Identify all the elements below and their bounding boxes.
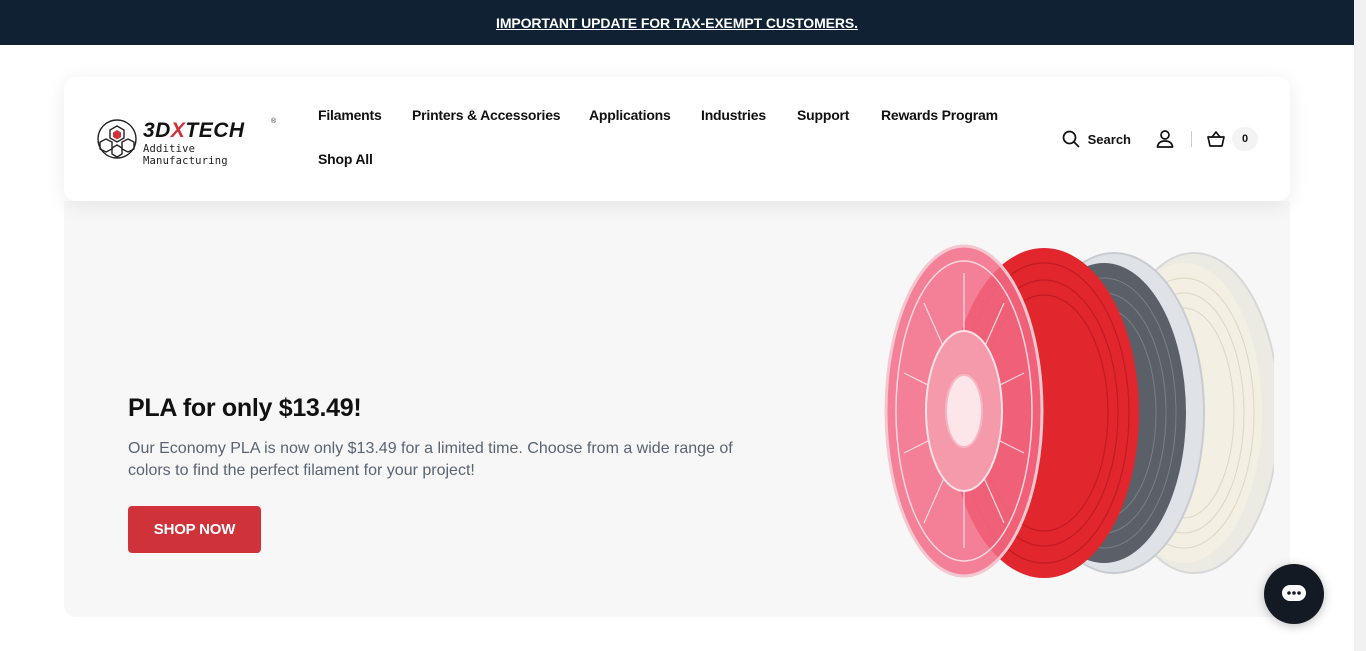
tools-divider	[1191, 131, 1192, 147]
search-button[interactable]: Search	[1062, 130, 1131, 148]
nav-item-shop-all[interactable]: Shop All	[318, 151, 373, 167]
header-tools: Search 0	[1062, 127, 1258, 151]
hero-title: PLA for only $13.49!	[128, 394, 362, 422]
hero-banner: PLA for only $13.49! Our Economy PLA is …	[64, 201, 1290, 617]
shop-now-button[interactable]: SHOP NOW	[128, 506, 261, 553]
cart-button[interactable]: 0	[1206, 127, 1258, 151]
nav-item-filaments[interactable]: Filaments	[318, 107, 382, 123]
nav-item-support[interactable]: Support	[797, 107, 849, 123]
search-icon	[1062, 130, 1079, 148]
nav-item-printers-accessories[interactable]: Printers & Accessories	[412, 107, 561, 123]
page-scrollbar[interactable]	[1354, 0, 1366, 651]
site-header: 3DXTECH ® Additive Manufacturing Filamen…	[64, 77, 1290, 201]
search-label: Search	[1087, 131, 1131, 147]
logo-wordmark: 3DXTECH	[143, 119, 245, 142]
logo-registered-mark: ®	[271, 118, 277, 125]
announcement-link[interactable]: IMPORTANT UPDATE FOR TAX-EXEMPT CUSTOMER…	[496, 15, 858, 31]
chat-icon	[1282, 585, 1306, 601]
announcement-bar: IMPORTANT UPDATE FOR TAX-EXEMPT CUSTOMER…	[0, 0, 1354, 45]
account-icon	[1156, 130, 1174, 148]
cart-icon	[1207, 131, 1225, 147]
hero-description: Our Economy PLA is now only $13.49 for a…	[128, 440, 733, 479]
logo-tagline: Additive Manufacturing	[143, 143, 228, 167]
site-logo[interactable]: 3DXTECH ® Additive Manufacturing	[96, 115, 278, 167]
chat-launcher-button[interactable]	[1264, 564, 1324, 624]
nav-item-rewards-program[interactable]: Rewards Program	[881, 107, 998, 123]
cart-count-badge: 0	[1232, 127, 1258, 151]
account-button[interactable]	[1155, 129, 1175, 149]
nav-item-applications[interactable]: Applications	[589, 107, 671, 123]
nav-item-industries[interactable]: Industries	[701, 107, 766, 123]
filament-spools-image	[884, 244, 1274, 578]
logo-mark-icon	[97, 119, 137, 159]
